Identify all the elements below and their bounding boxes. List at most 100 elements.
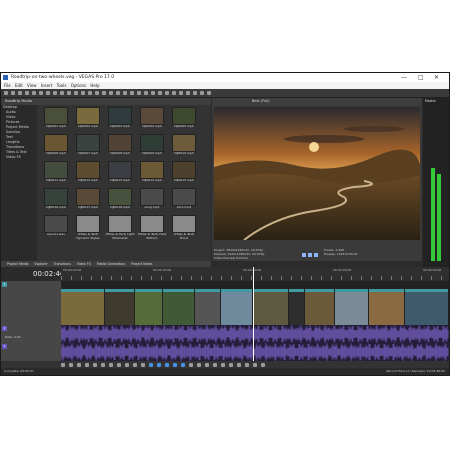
media-thumbnail[interactable]: DJI0010.mp4 [169, 134, 199, 159]
media-thumbnail[interactable]: DJI0003.mp4 [105, 107, 135, 132]
media-thumbnail[interactable]: song.mp3 [137, 188, 167, 213]
media-thumbnail[interactable]: DJI0006.mp4 [41, 134, 71, 159]
media-path[interactable]: Roadtrip Media [5, 99, 32, 103]
video-clip[interactable] [221, 289, 252, 328]
audio-track-2[interactable] [61, 343, 449, 361]
playhead-cursor[interactable] [253, 267, 254, 367]
panel-tab[interactable]: Transitions [54, 262, 71, 266]
transport-button-icon[interactable] [205, 362, 209, 367]
timeline-ruler[interactable]: 00:00:00:0000:01:00:0000:02:00:0000:03:0… [61, 267, 449, 282]
video-clip[interactable] [105, 289, 134, 328]
toolbar-button-icon[interactable] [207, 91, 211, 95]
media-thumbnail[interactable]: sound1.wav [41, 215, 71, 240]
tree-item[interactable]: Video FX [1, 155, 37, 160]
video-clip[interactable] [335, 289, 368, 328]
menu-tools[interactable]: Tools [57, 83, 67, 88]
toolbar-button-icon[interactable] [53, 91, 57, 95]
toolbar-button-icon[interactable] [39, 91, 43, 95]
media-thumbnail[interactable]: (Titles & Text) Dynamic Styles [73, 215, 103, 240]
toolbar-button-icon[interactable] [46, 91, 50, 95]
minimize-button[interactable]: — [401, 73, 407, 82]
transport-button-icon[interactable] [61, 362, 65, 367]
toolbar-button-icon[interactable] [186, 91, 190, 95]
video-track-header[interactable]: 1 [1, 281, 61, 326]
video-clip[interactable] [405, 289, 448, 328]
media-thumbnail[interactable]: (Titles & Text) Light Minimalist [105, 215, 135, 240]
media-thumbnail[interactable]: (Titles & Text) Proud [169, 215, 199, 240]
transport-button-icon[interactable] [221, 362, 225, 367]
video-clip[interactable] [289, 289, 304, 328]
transport-button-icon[interactable] [85, 362, 89, 367]
toolbar-button-icon[interactable] [18, 91, 22, 95]
timeline-timecode[interactable]: 00:02:46,26 [1, 267, 76, 281]
transport-button-icon[interactable] [253, 362, 257, 367]
panel-tab[interactable]: Media Generators [97, 262, 125, 266]
video-clip[interactable] [305, 289, 334, 328]
media-thumbnail[interactable]: DJI0011.mp4 [41, 161, 71, 186]
media-thumbnail[interactable]: DJI0001.mp4 [41, 107, 71, 132]
panel-tab[interactable]: Project Notes [131, 262, 152, 266]
audio-track-header-2[interactable]: 3 [1, 343, 61, 362]
media-thumbnail[interactable]: DJI0005.mp4 [169, 107, 199, 132]
video-clip[interactable] [195, 289, 220, 328]
toolbar-button-icon[interactable] [95, 91, 99, 95]
toolbar-button-icon[interactable] [116, 91, 120, 95]
menu-edit[interactable]: Edit [15, 83, 23, 88]
toolbar-button-icon[interactable] [144, 91, 148, 95]
maximize-button[interactable]: □ [418, 73, 424, 82]
transport-button-icon[interactable] [173, 362, 177, 367]
toolbar-button-icon[interactable] [11, 91, 15, 95]
tab-video-preview[interactable]: Video Preview [214, 256, 235, 260]
toolbar-button-icon[interactable] [123, 91, 127, 95]
toolbar-button-icon[interactable] [193, 91, 197, 95]
video-clip[interactable] [369, 289, 404, 328]
menu-file[interactable]: File [4, 83, 11, 88]
close-button[interactable]: ✕ [434, 73, 439, 82]
toolbar-button-icon[interactable] [60, 91, 64, 95]
menu-help[interactable]: Help [90, 83, 99, 88]
toolbar-button-icon[interactable] [137, 91, 141, 95]
transport-button-icon[interactable] [229, 362, 233, 367]
toolbar-button-icon[interactable] [81, 91, 85, 95]
toolbar-button-icon[interactable] [151, 91, 155, 95]
toolbar-button-icon[interactable] [74, 91, 78, 95]
toolbar-button-icon[interactable] [200, 91, 204, 95]
toolbar-button-icon[interactable] [165, 91, 169, 95]
transport-button-icon[interactable] [189, 362, 193, 367]
video-clip[interactable] [163, 289, 194, 328]
toolbar-button-icon[interactable] [88, 91, 92, 95]
video-track[interactable] [61, 281, 449, 328]
media-thumbnail[interactable]: DJI0013.mp4 [105, 161, 135, 186]
toolbar-button-icon[interactable] [158, 91, 162, 95]
transport-button-icon[interactable] [245, 362, 249, 367]
media-thumbnail[interactable]: (Titles & Text) Fade Bottom [137, 215, 167, 240]
media-thumbnail[interactable]: DJI0015.mp4 [169, 161, 199, 186]
transport-button-icon[interactable] [197, 362, 201, 367]
panel-tab[interactable]: Video FX [77, 262, 91, 266]
transport-button-icon[interactable] [157, 362, 161, 367]
transport-button-icon[interactable] [141, 362, 145, 367]
audio-track-1[interactable] [61, 325, 449, 343]
transport-button-icon[interactable] [213, 362, 217, 367]
toolbar-button-icon[interactable] [25, 91, 29, 95]
transport-button-icon[interactable] [109, 362, 113, 367]
media-thumbnail[interactable]: DJI0009.mp4 [137, 134, 167, 159]
video-clip[interactable] [135, 289, 162, 328]
transport-button-icon[interactable] [69, 362, 73, 367]
menu-view[interactable]: View [27, 83, 37, 88]
panel-tab[interactable]: Project Media [7, 262, 29, 266]
transport-button-icon[interactable] [181, 362, 185, 367]
transport-button-icon[interactable] [125, 362, 129, 367]
audio-track-header[interactable]: 2 Rate: 0.00 [1, 325, 61, 344]
transport-button-icon[interactable] [133, 362, 137, 367]
transport-button-icon[interactable] [77, 362, 81, 367]
toolbar-button-icon[interactable] [109, 91, 113, 95]
transport-button-icon[interactable] [149, 362, 153, 367]
transport-button-icon[interactable] [117, 362, 121, 367]
toolbar-button-icon[interactable] [172, 91, 176, 95]
panel-tab[interactable]: Explorer [35, 262, 48, 266]
media-thumbnail[interactable]: DJI0004.mp4 [137, 107, 167, 132]
video-clip[interactable] [61, 289, 104, 328]
transport-button-icon[interactable] [93, 362, 97, 367]
transport-button-icon[interactable] [237, 362, 241, 367]
